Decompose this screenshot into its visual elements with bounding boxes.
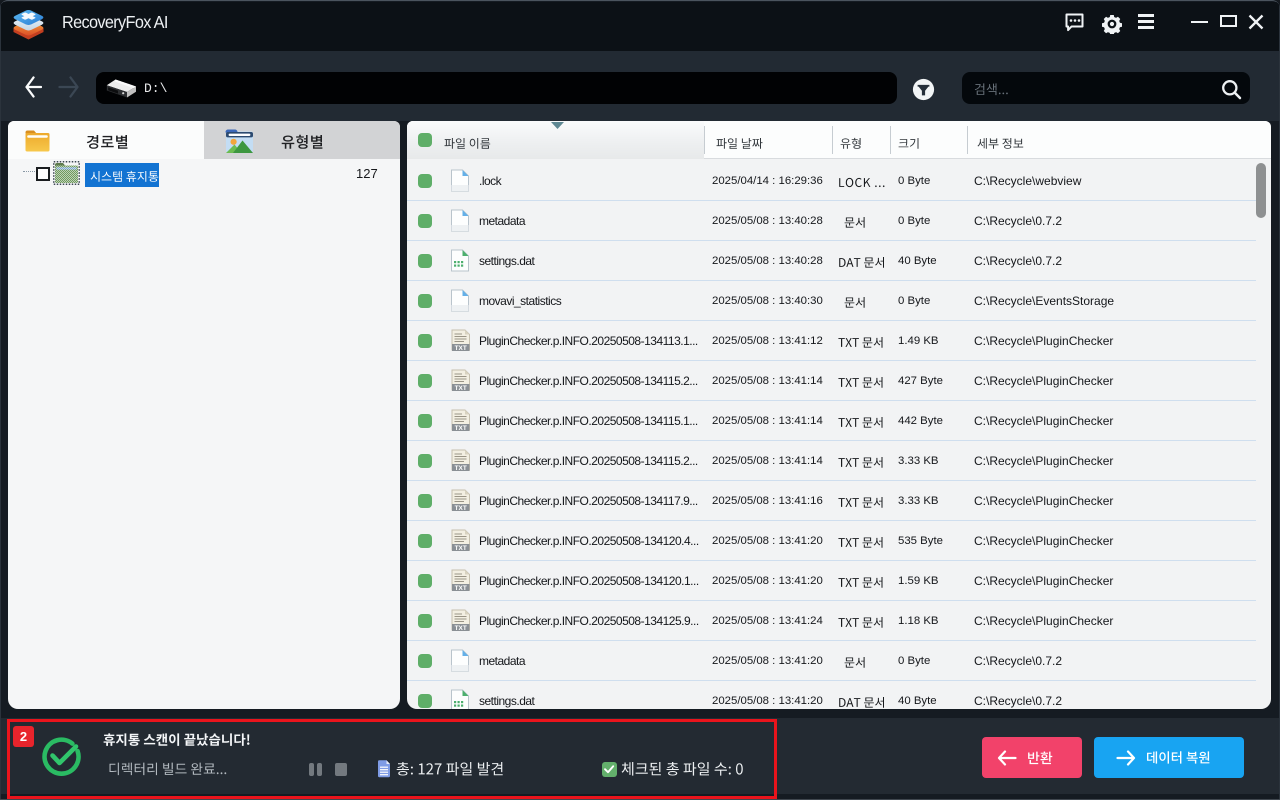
svg-text:TXT: TXT xyxy=(455,505,467,512)
svg-text:TXT: TXT xyxy=(455,385,467,392)
svg-text:TXT: TXT xyxy=(455,465,467,472)
svg-text:TXT: TXT xyxy=(455,585,467,592)
svg-text:TXT: TXT xyxy=(455,345,467,352)
svg-text:TXT: TXT xyxy=(455,425,467,432)
svg-text:TXT: TXT xyxy=(455,625,467,632)
svg-text:TXT: TXT xyxy=(455,545,467,552)
